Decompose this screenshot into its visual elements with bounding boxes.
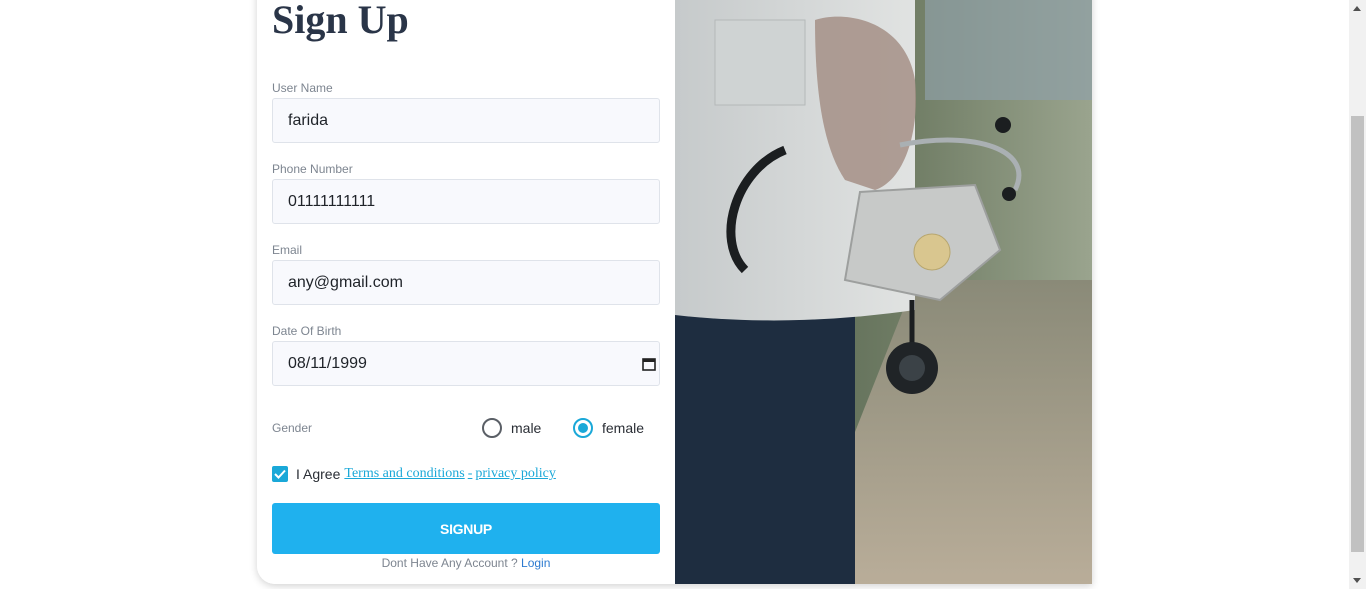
- doctor-photo: [675, 0, 1092, 584]
- gender-option-female: female: [602, 420, 645, 436]
- gender-female-radio[interactable]: female: [573, 418, 644, 438]
- signup-button[interactable]: SIGNUP: [272, 503, 660, 554]
- hero-image: [675, 0, 1092, 584]
- privacy-link[interactable]: privacy policy: [475, 466, 555, 482]
- login-prompt: Dont Have Any Account ? Login: [257, 556, 675, 570]
- radio-circle-male[interactable]: [482, 418, 502, 438]
- scroll-down-icon[interactable]: [1353, 578, 1361, 583]
- agree-checkbox[interactable]: [272, 466, 288, 482]
- email-input[interactable]: any@gmail.com: [272, 260, 660, 305]
- signup-card: Sign Up User Name farida Phone Number 01…: [257, 0, 1092, 584]
- phone-value: 01111111111: [288, 192, 376, 210]
- username-input[interactable]: farida: [272, 98, 660, 143]
- dob-input[interactable]: 08/11/1999: [272, 341, 660, 386]
- radio-circle-female[interactable]: [573, 418, 593, 438]
- email-label: Email: [272, 243, 303, 257]
- gender-male-radio[interactable]: male: [482, 418, 541, 438]
- username-label: User Name: [272, 81, 333, 95]
- checkmark-icon: [274, 469, 286, 479]
- agree-row: I Agree Terms and conditions - privacy p…: [272, 466, 556, 482]
- gender-option-male: male: [511, 420, 542, 436]
- login-prompt-text: Dont Have Any Account ?: [381, 556, 518, 570]
- scroll-up-icon[interactable]: [1353, 6, 1361, 11]
- link-separator: -: [467, 466, 473, 481]
- login-link[interactable]: Login: [521, 556, 550, 570]
- gender-label: Gender: [272, 421, 313, 435]
- dob-value: 08/11/1999: [288, 354, 367, 372]
- phone-input[interactable]: 01111111111: [272, 179, 660, 224]
- vertical-scrollbar[interactable]: [1349, 0, 1366, 589]
- calendar-icon[interactable]: [642, 357, 656, 371]
- scroll-thumb[interactable]: [1351, 116, 1364, 552]
- email-value: any@gmail.com: [288, 273, 403, 291]
- signup-form: Sign Up User Name farida Phone Number 01…: [257, 0, 675, 584]
- page-title: Sign Up: [272, 0, 409, 42]
- phone-label: Phone Number: [272, 162, 353, 176]
- terms-link[interactable]: Terms and conditions: [344, 466, 464, 482]
- dob-label: Date Of Birth: [272, 324, 342, 338]
- username-value: farida: [288, 111, 329, 129]
- agree-text: I Agree: [296, 466, 341, 482]
